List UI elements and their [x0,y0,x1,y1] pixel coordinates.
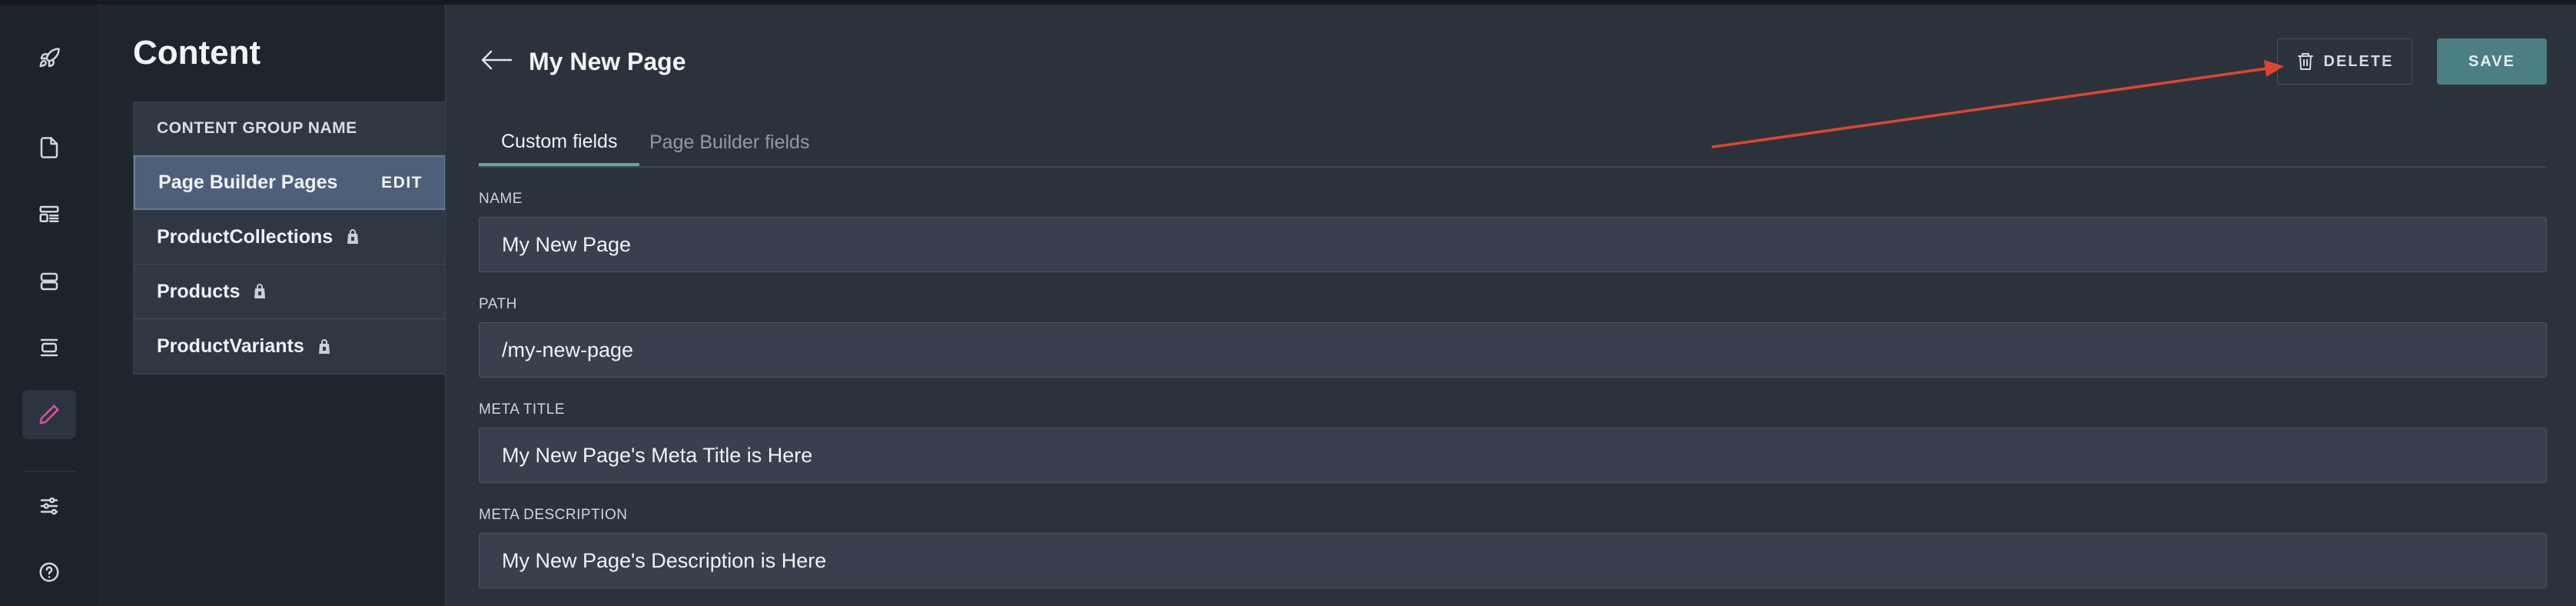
path-field-label: PATH [479,296,517,312]
page-editor: My New Page DELETE SAVE Custom fields Pa… [445,5,2576,606]
section-title: Content [133,34,261,72]
content-group-label: ProductCollections [157,225,334,248]
stack-icon[interactable] [22,257,76,306]
settings-sliders-icon[interactable] [22,481,76,531]
name-field-label: NAME [479,191,523,207]
name-field[interactable]: My New Page [479,217,2547,272]
help-icon[interactable] [22,548,76,597]
content-group-label: Page Builder Pages [158,171,338,193]
shopify-lock-icon [345,228,360,245]
delete-button[interactable]: DELETE [2277,38,2412,85]
content-group-productvariants[interactable]: ProductVariants [134,319,446,374]
content-list-icon[interactable] [22,190,76,239]
content-groups-panel: Content CONTENT GROUP NAME Page Builder … [101,5,446,606]
meta-title-field-label: META TITLE [479,401,565,418]
content-group-label: Products [157,280,241,302]
page-title: My New Page [529,48,686,75]
icon-sidebar [0,5,101,606]
field-tabs: Custom fields Page Builder fields [479,120,2547,168]
content-group-list: CONTENT GROUP NAME Page Builder Pages ED… [133,102,446,375]
save-button[interactable]: SAVE [2437,38,2547,85]
path-field[interactable]: /my-new-page [479,322,2547,378]
trash-icon [2297,53,2313,70]
delete-button-label: DELETE [2323,52,2394,70]
tab-custom-fields[interactable]: Custom fields [479,120,640,166]
pencil-icon[interactable] [22,390,76,439]
shopify-lock-icon [317,338,332,355]
meta-title-field[interactable]: My New Page's Meta Title is Here [479,428,2547,483]
document-icon[interactable] [22,123,76,172]
meta-description-field-label: META DESCRIPTION [479,507,628,523]
content-group-page-builder-pages[interactable]: Page Builder Pages EDIT [134,155,446,210]
content-group-header: CONTENT GROUP NAME [134,102,446,155]
content-group-products[interactable]: Products [134,265,446,319]
layout-icon[interactable] [22,323,76,372]
rocket-icon[interactable] [22,34,76,83]
rail-divider [23,471,77,472]
tab-page-builder-fields[interactable]: Page Builder fields [627,120,832,165]
back-arrow-icon[interactable] [480,48,513,72]
edit-group-button[interactable]: EDIT [381,174,423,192]
content-group-label: ProductVariants [157,335,304,357]
meta-description-field[interactable]: My New Page's Description is Here [479,533,2547,588]
shopify-lock-icon [252,283,267,300]
content-group-productcollections[interactable]: ProductCollections [134,210,446,265]
